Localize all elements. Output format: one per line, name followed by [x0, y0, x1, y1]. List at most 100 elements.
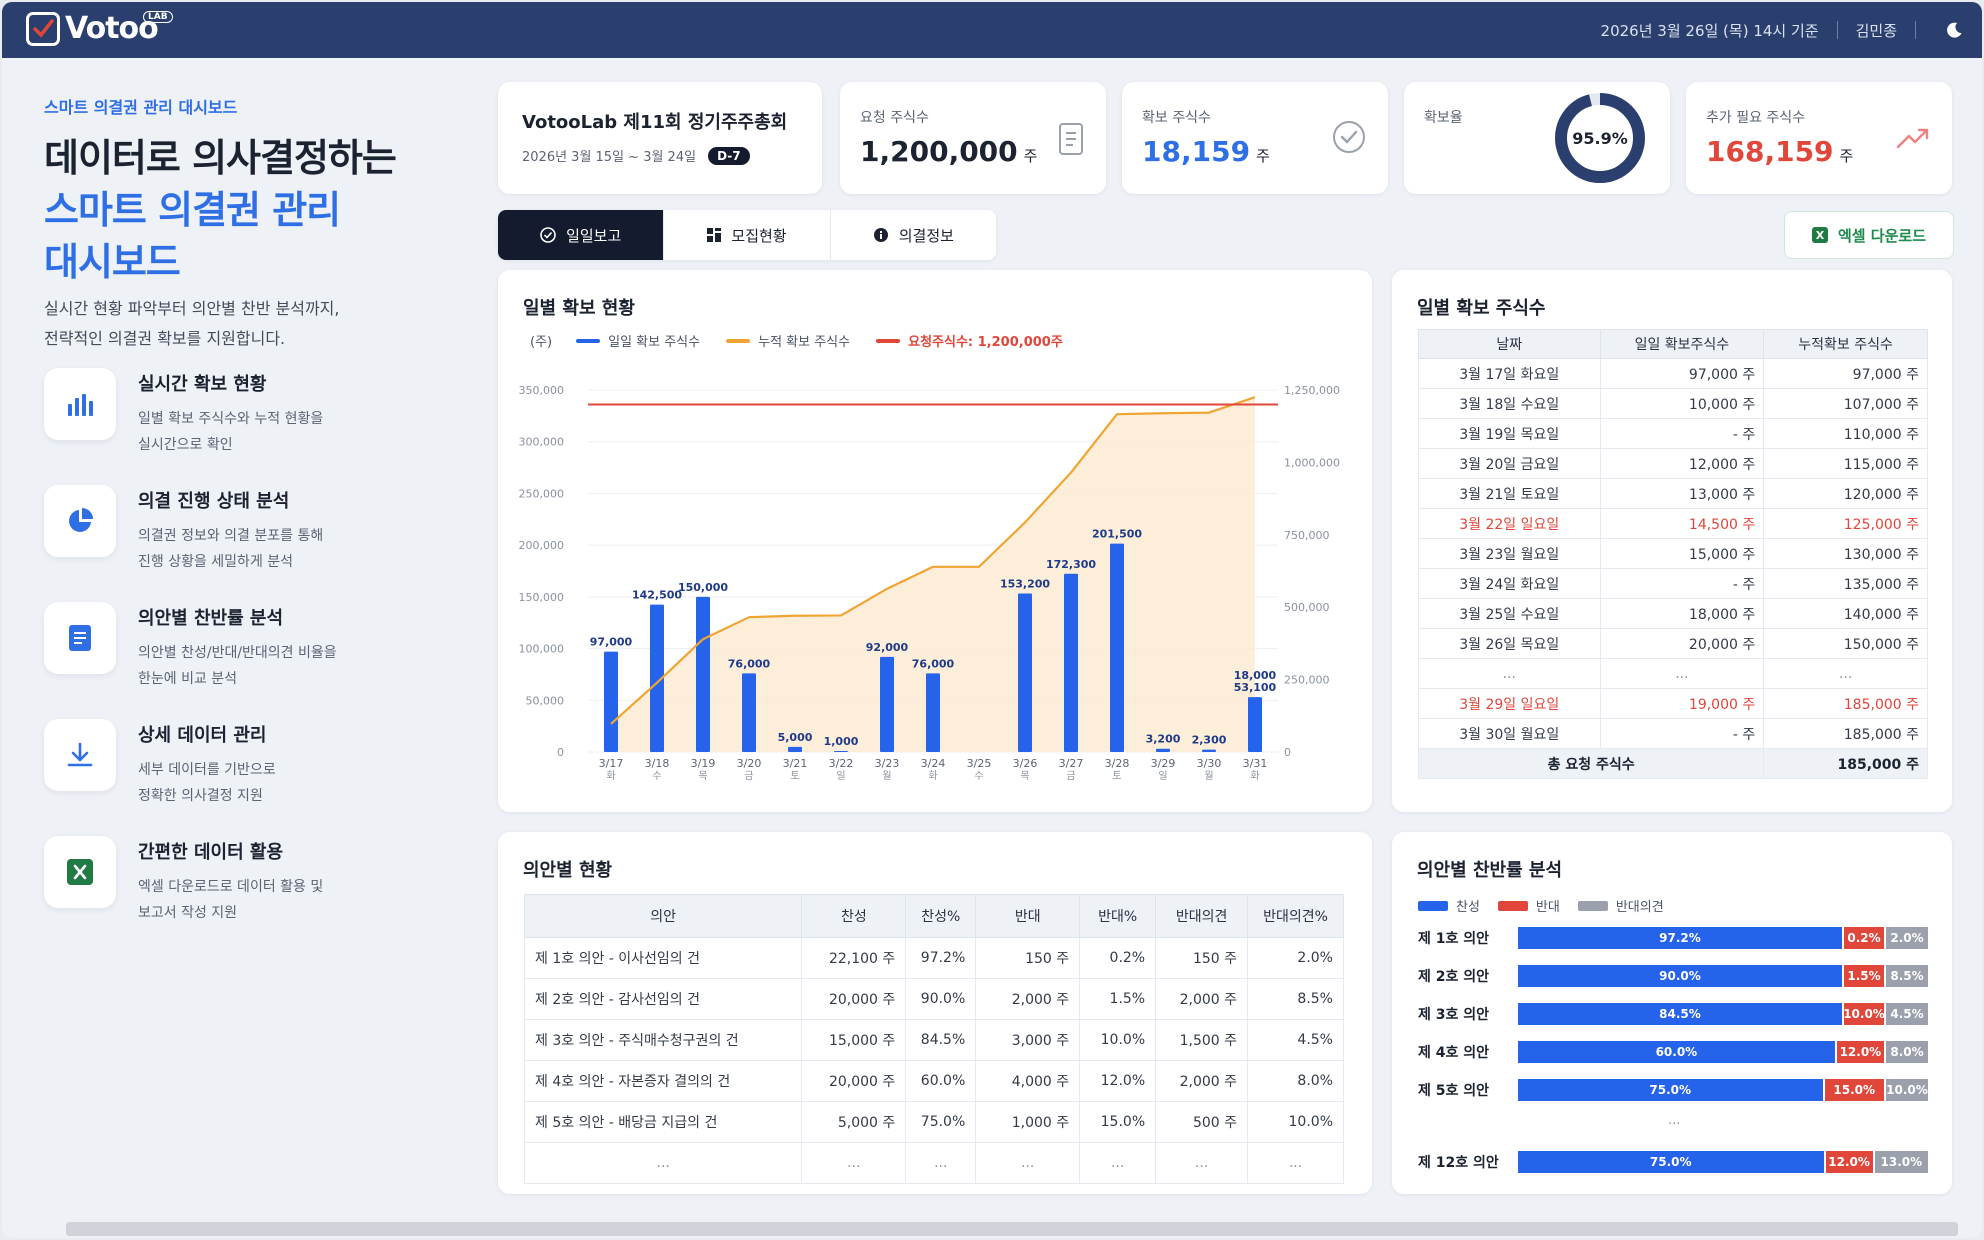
- daily-chart-card: 일별 확보 현황 (주) 일일 확보 주식수 누적 확보 주식수 요청주식수: …: [498, 270, 1372, 812]
- ratio-segment-for: 90.0%: [1518, 965, 1844, 987]
- secured-shares-card: 확보 주식수 18,159 주: [1122, 82, 1388, 194]
- tab-label: 의결정보: [898, 226, 954, 245]
- table-row: 제 1호 의안 - 이사선임의 건 22,100 주 97.2% 150 주 0.2% 1…: [523, 937, 1344, 979]
- table-header-row: 날짜 일일 확보주식수 누적확보 주식수: [1418, 329, 1928, 359]
- y-tick-left: 350,000: [519, 384, 565, 397]
- table-cell: ...: [1079, 1142, 1157, 1184]
- table-cell: 3월 30일 월요일: [1418, 718, 1601, 749]
- table-cell: ...: [523, 1142, 803, 1184]
- table-cell: 3월 25일 수요일: [1418, 598, 1601, 629]
- ratio-track: 90.0% 1.5% 8.5%: [1518, 965, 1928, 987]
- table-cell: 140,000 주: [1763, 598, 1928, 629]
- y-tick-left: 100,000: [519, 643, 565, 656]
- view-tabs: 일일보고 모집현황 의결정보: [498, 210, 996, 260]
- table-row: 제 5호 의안 - 배당금 지급의 건 5,000 주 75.0% 1,000 주 15…: [523, 1101, 1344, 1143]
- user-name[interactable]: 김민종: [1856, 20, 1897, 41]
- ratio-track: 84.5% 10.0% 4.5%: [1518, 1003, 1928, 1025]
- table-row: 제 3호 의안 - 주식매수청구권의 건 15,000 주 84.5% 3,000 주…: [523, 1019, 1344, 1061]
- hero-desc-line1: 실시간 현황 파악부터 의안별 찬반 분석까지,: [44, 299, 340, 318]
- table-cell: 3월 18일 수요일: [1418, 388, 1601, 419]
- table-cell: 1.5%: [1079, 978, 1157, 1020]
- tab-daily-report[interactable]: 일일보고: [498, 210, 665, 260]
- grid-icon: [707, 228, 722, 242]
- meeting-card: VotooLab 제11회 정기주주총회 2026년 3월 15일 ~ 3월 2…: [498, 82, 822, 194]
- bar-label: 53,100: [1234, 681, 1277, 694]
- document-icon: [1058, 122, 1084, 160]
- x-tick-weekday: 수: [652, 770, 661, 782]
- x-tick-weekday: 금: [1066, 770, 1075, 782]
- table-row: 3월 25일 수요일 18,000 주 140,000 주: [1418, 598, 1928, 629]
- ratio-segment-for: 75.0%: [1518, 1079, 1825, 1101]
- bar-label: 97,000: [590, 636, 633, 649]
- bar: [1110, 543, 1124, 752]
- y-tick-right: 500,000: [1284, 601, 1330, 614]
- ratio-segment-against: 15.0%: [1824, 1079, 1886, 1101]
- x-tick-label: 3/18: [645, 757, 670, 770]
- table-row: 3월 21일 토요일 13,000 주 120,000 주: [1418, 478, 1928, 509]
- ratio-legend: 찬성 반대 반대의견: [1418, 896, 1664, 915]
- bar-label: 150,000: [678, 581, 728, 594]
- ratio-segment-for: 60.0%: [1518, 1041, 1837, 1063]
- table-cell: 2,000 주: [975, 978, 1081, 1020]
- ratio-label: 제 1호 의안: [1418, 931, 1490, 947]
- daily-table-title: 일별 확보 주식수: [1417, 298, 1546, 319]
- trend-up-icon: [1896, 126, 1930, 154]
- table-cell: 3,000 주: [975, 1019, 1081, 1061]
- horizontal-scrollbar[interactable]: [66, 1222, 1958, 1236]
- bar-label: 1,000: [824, 735, 859, 748]
- hero-panel: 스마트 의결권 관리 대시보드 데이터로 의사결정하는 스마트 의결권 관리 대…: [44, 94, 444, 354]
- table-cell: 107,000 주: [1763, 388, 1928, 419]
- dark-mode-moon-icon[interactable]: [1934, 21, 1974, 39]
- agenda-table: 의안 찬성 찬성% 반대 반대% 반대의견 반대의견% 제 1호 의안 - 이사선임의 건2…: [523, 894, 1344, 1184]
- bar: [788, 746, 802, 752]
- y-tick-right: 750,000: [1284, 529, 1330, 542]
- requested-shares-card: 요청 주식수 1,200,000 주: [840, 82, 1106, 194]
- ratio-segment-against: 0.2%: [1844, 927, 1886, 949]
- x-tick-label: 3/31: [1243, 757, 1268, 770]
- hero-title-line2: 스마트 의결권 관리: [44, 188, 341, 232]
- date-text: 2026년 3월 26일 (목) 14시 기준: [1600, 21, 1819, 40]
- table-cell: 150,000 주: [1763, 628, 1928, 659]
- ratio-row: 제 3호 의안 84.5% 10.0% 4.5%: [1418, 1003, 1934, 1025]
- table-cell: 3월 19일 목요일: [1418, 418, 1601, 449]
- table-cell: 15.0%: [1079, 1101, 1157, 1143]
- ratio-row: 제 1호 의안 97.2% 0.2% 2.0%: [1418, 927, 1934, 949]
- bar-label: 92,000: [866, 641, 909, 654]
- x-tick-weekday: 토: [1112, 771, 1121, 782]
- meeting-name: VotooLab 제11회 정기주주총회: [522, 112, 788, 133]
- table-row: 3월 24일 화요일 - 주 135,000 주: [1418, 568, 1928, 599]
- table-cell: 22,100 주: [801, 937, 907, 979]
- table-row: .....................: [523, 1142, 1344, 1184]
- hero-title-line1: 데이터로 의사결정하는: [44, 136, 397, 180]
- table-cell: 97.2%: [905, 937, 977, 979]
- bar: [696, 596, 710, 752]
- table-cell: 75.0%: [905, 1101, 977, 1143]
- table-cell: 150 주: [975, 937, 1081, 979]
- tab-label: 모집현황: [731, 226, 787, 245]
- table-cell: 2.0%: [1247, 937, 1344, 979]
- ratio-segment-against: 1.5%: [1844, 965, 1886, 987]
- column-header: 일일 확보주식수: [1599, 329, 1765, 359]
- excel-download-button[interactable]: X 엑셀 다운로드: [1784, 211, 1954, 259]
- column-header: 반대%: [1079, 894, 1157, 938]
- y-tick-right: 0: [1284, 746, 1291, 759]
- column-header: 반대의견: [1155, 894, 1249, 938]
- x-tick-label: 3/19: [691, 757, 716, 770]
- logo[interactable]: Votoo LAB: [26, 11, 173, 46]
- feature-title: 의안별 찬반률 분석: [138, 608, 284, 629]
- feature-item: 상세 데이터 관리 세부 데이터를 기반으로 정확한 의사결정 지원: [44, 719, 378, 809]
- legend-for: 찬성: [1456, 900, 1480, 915]
- hero-description: 실시간 현황 파악부터 의안별 찬반 분석까지, 전략적인 의결권 확보를 지원…: [44, 294, 444, 354]
- pie-chart-icon: [44, 485, 116, 557]
- check-circle-icon: [1332, 120, 1366, 158]
- ratio-segment-against: 12.0%: [1825, 1151, 1875, 1173]
- ratio-label: 제 4호 의안: [1418, 1045, 1490, 1061]
- feature-item: 의결 진행 상태 분석 의결권 정보와 의결 분포를 통해 진행 상황을 세밀하게…: [44, 485, 378, 575]
- ratio-segment-opinion: 8.5%: [1886, 965, 1928, 987]
- x-tick-weekday: 화: [606, 770, 615, 782]
- feature-desc: 세부 데이터를 기반으로 정확한 의사결정 지원: [138, 762, 276, 804]
- tab-recruit-status[interactable]: 모집현황: [664, 210, 831, 260]
- tab-vote-info[interactable]: 의결정보: [831, 210, 996, 260]
- table-row: 3월 23일 월요일 15,000 주 130,000 주: [1418, 538, 1928, 569]
- bar-label: 172,300: [1046, 558, 1096, 571]
